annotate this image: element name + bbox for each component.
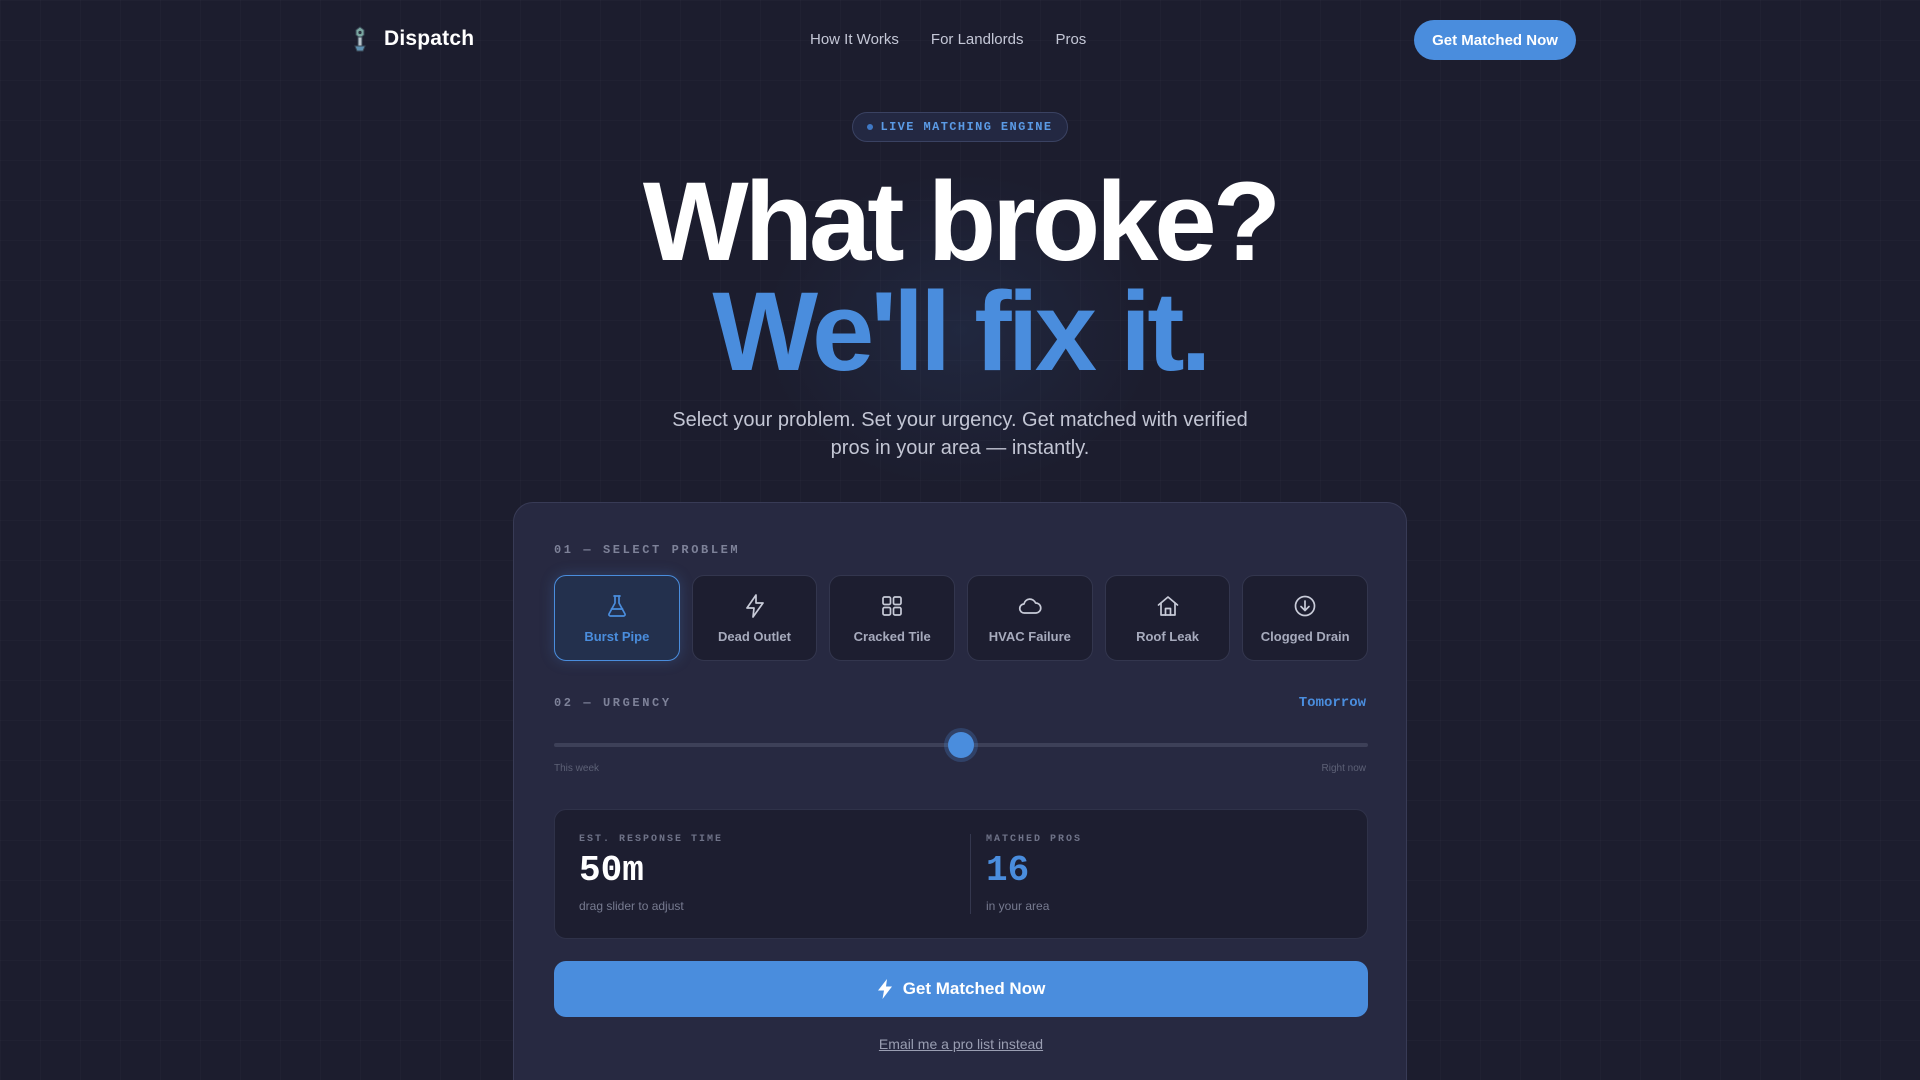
hero-title-line2: We'll fix it. [712,269,1211,394]
download-circle-icon [1294,595,1316,616]
problem-label: Roof Leak [1136,628,1199,644]
stats-panel: EST. RESPONSE TIME 50m drag slider to ad… [554,809,1368,939]
badge-text: LIVE MATCHING ENGINE [880,120,1053,134]
problem-roof-leak[interactable]: Roof Leak [1104,575,1231,661]
problem-hvac-failure[interactable]: HVAC Failure [967,575,1093,661]
problem-label: Dead Outlet [718,628,791,644]
problem-label: Burst Pipe [584,628,650,644]
problem-burst-pipe[interactable]: Burst Pipe [554,575,680,661]
nav-get-matched-button[interactable]: Get Matched Now [1414,20,1576,60]
flask-icon [607,594,626,617]
hero-title-line1: What broke? [642,159,1281,284]
nav-link-for-landlords[interactable]: For Landlords [931,31,1024,48]
top-nav: Dispatch How It Works For Landlords Pros… [0,0,1920,80]
urgency-value: Tomorrow [1298,695,1366,711]
matched-pros-label: MATCHED PROS [986,834,1083,845]
problem-cracked-tile[interactable]: Cracked Tile [829,575,956,661]
step2-label: 02 — URGENCY [554,696,672,710]
live-badge: LIVE MATCHING ENGINE [852,112,1068,142]
nav-link-how-it-works[interactable]: How It Works [810,31,899,48]
matching-card: 01 — SELECT PROBLEM Burst Pipe Dead Outl… [513,502,1407,1080]
get-matched-label: Get Matched Now [902,979,1046,998]
lightning-icon [745,593,764,618]
brand-logo[interactable]: Dispatch [348,26,474,52]
live-dot-icon [867,124,874,130]
response-time-value: 50m [579,850,644,891]
matched-pros-value: 16 [986,850,1030,891]
brand-name: Dispatch [384,27,475,50]
nav-links: How It Works For Landlords Pros [810,31,1086,48]
matched-pros-hint: in your area [986,899,1050,913]
lightning-icon [877,979,892,999]
get-matched-button[interactable]: Get Matched Now [554,961,1368,1017]
slider-max-label: Right now [1321,763,1366,774]
step1-label: 01 — SELECT PROBLEM [554,543,741,557]
problem-clogged-drain[interactable]: Clogged Drain [1242,575,1369,661]
problem-options: Burst Pipe Dead Outlet Cracked Tile HVAC… [554,575,1369,661]
stats-divider [970,834,971,914]
urgency-slider-thumb[interactable] [948,732,974,758]
problem-dead-outlet[interactable]: Dead Outlet [691,575,818,661]
response-time-label: EST. RESPONSE TIME [579,834,724,845]
response-time-hint: drag slider to adjust [579,899,684,913]
hero-subtitle: Select your problem. Set your urgency. G… [672,409,1248,459]
email-pro-list-link[interactable]: Email me a pro list instead [514,1036,1408,1052]
cloud-icon [1018,597,1042,614]
house-icon [1157,595,1178,616]
problem-label: Cracked Tile [853,628,931,644]
nav-link-pros[interactable]: Pros [1055,31,1086,48]
problem-label: HVAC Failure [988,628,1071,644]
wrench-gear-icon [354,26,366,52]
matched-pros-stat: MATCHED PROS 16 in your area [986,834,1082,913]
response-time-stat: EST. RESPONSE TIME 50m drag slider to ad… [579,834,723,913]
problem-label: Clogged Drain [1260,628,1350,644]
slider-min-label: This week [554,763,600,774]
grid-icon [882,595,903,616]
